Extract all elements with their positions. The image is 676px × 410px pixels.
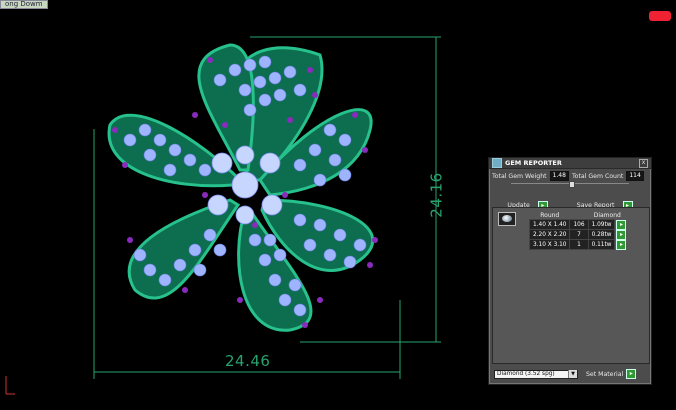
width-dimension-label: 24.46 — [225, 352, 271, 370]
gem-reporter-logo-icon — [492, 158, 502, 168]
set-material-label: Set Material — [586, 370, 624, 378]
chevron-down-icon[interactable]: ▼ — [568, 370, 577, 378]
material-dropdown[interactable]: Diamond (3.52 spg) ▼ — [494, 369, 578, 379]
size-cell: 1.40 X 1.40 — [528, 219, 571, 230]
size-cell: 2.20 X 2.20 — [528, 229, 571, 240]
material-row: Diamond (3.52 spg) ▼ Set Material ▸ — [494, 369, 637, 379]
column-header-round: Round — [540, 211, 560, 219]
material-dropdown-value: Diamond (3.52 spg) — [497, 371, 555, 377]
weight-cell: 1.09tw — [587, 219, 616, 230]
select-row-button[interactable]: ▸ — [616, 239, 627, 250]
gem-reporter-panel[interactable]: GEM REPORTER x Total Gem Weight 1.48 Tot… — [488, 157, 652, 385]
column-header-count — [570, 211, 588, 220]
size-cell: 3.10 X 3.10 — [528, 239, 571, 250]
slider-handle[interactable] — [569, 181, 575, 188]
brooch-model — [107, 43, 378, 332]
panel-title: GEM REPORTER — [505, 159, 562, 167]
gem-table-area: Round Diamond 1.40 X 1.40 106 1.09tw ▸ 2… — [492, 207, 650, 364]
table-row[interactable]: 2.20 X 2.20 7 0.28tw ▸ — [528, 229, 627, 240]
total-gem-weight-value: 1.48 — [549, 171, 569, 181]
size-slider[interactable] — [511, 181, 629, 189]
gem-table: Round Diamond 1.40 X 1.40 106 1.09tw ▸ 2… — [528, 211, 627, 250]
total-gem-count-value: 114 — [626, 171, 644, 181]
count-cell: 1 — [569, 239, 589, 250]
column-header-diamond: Diamond — [593, 211, 621, 219]
axis-gizmo — [5, 376, 15, 395]
weight-cell: 0.28tw — [587, 229, 616, 240]
close-icon[interactable]: x — [639, 158, 648, 168]
weight-cell: 0.11tw — [587, 239, 616, 250]
table-row[interactable]: 1.40 X 1.40 106 1.09tw ▸ — [528, 219, 627, 230]
total-gem-weight-label: Total Gem Weight — [492, 172, 547, 180]
gem-thumbnail[interactable] — [498, 212, 516, 226]
count-cell: 7 — [569, 229, 589, 240]
height-dimension-label: 24.16 — [427, 172, 446, 218]
panel-titlebar[interactable]: GEM REPORTER x — [489, 158, 651, 169]
set-material-button[interactable]: ▸ — [626, 369, 637, 379]
table-row[interactable]: 3.10 X 3.10 1 0.11tw ▸ — [528, 239, 627, 250]
gem-icon — [502, 215, 512, 222]
select-row-button[interactable]: ▸ — [616, 219, 627, 230]
select-row-button[interactable]: ▸ — [616, 229, 627, 240]
totals-row: Total Gem Weight 1.48 Total Gem Count 11… — [492, 171, 648, 181]
total-gem-count-label: Total Gem Count — [571, 172, 624, 180]
count-cell: 106 — [569, 219, 589, 230]
